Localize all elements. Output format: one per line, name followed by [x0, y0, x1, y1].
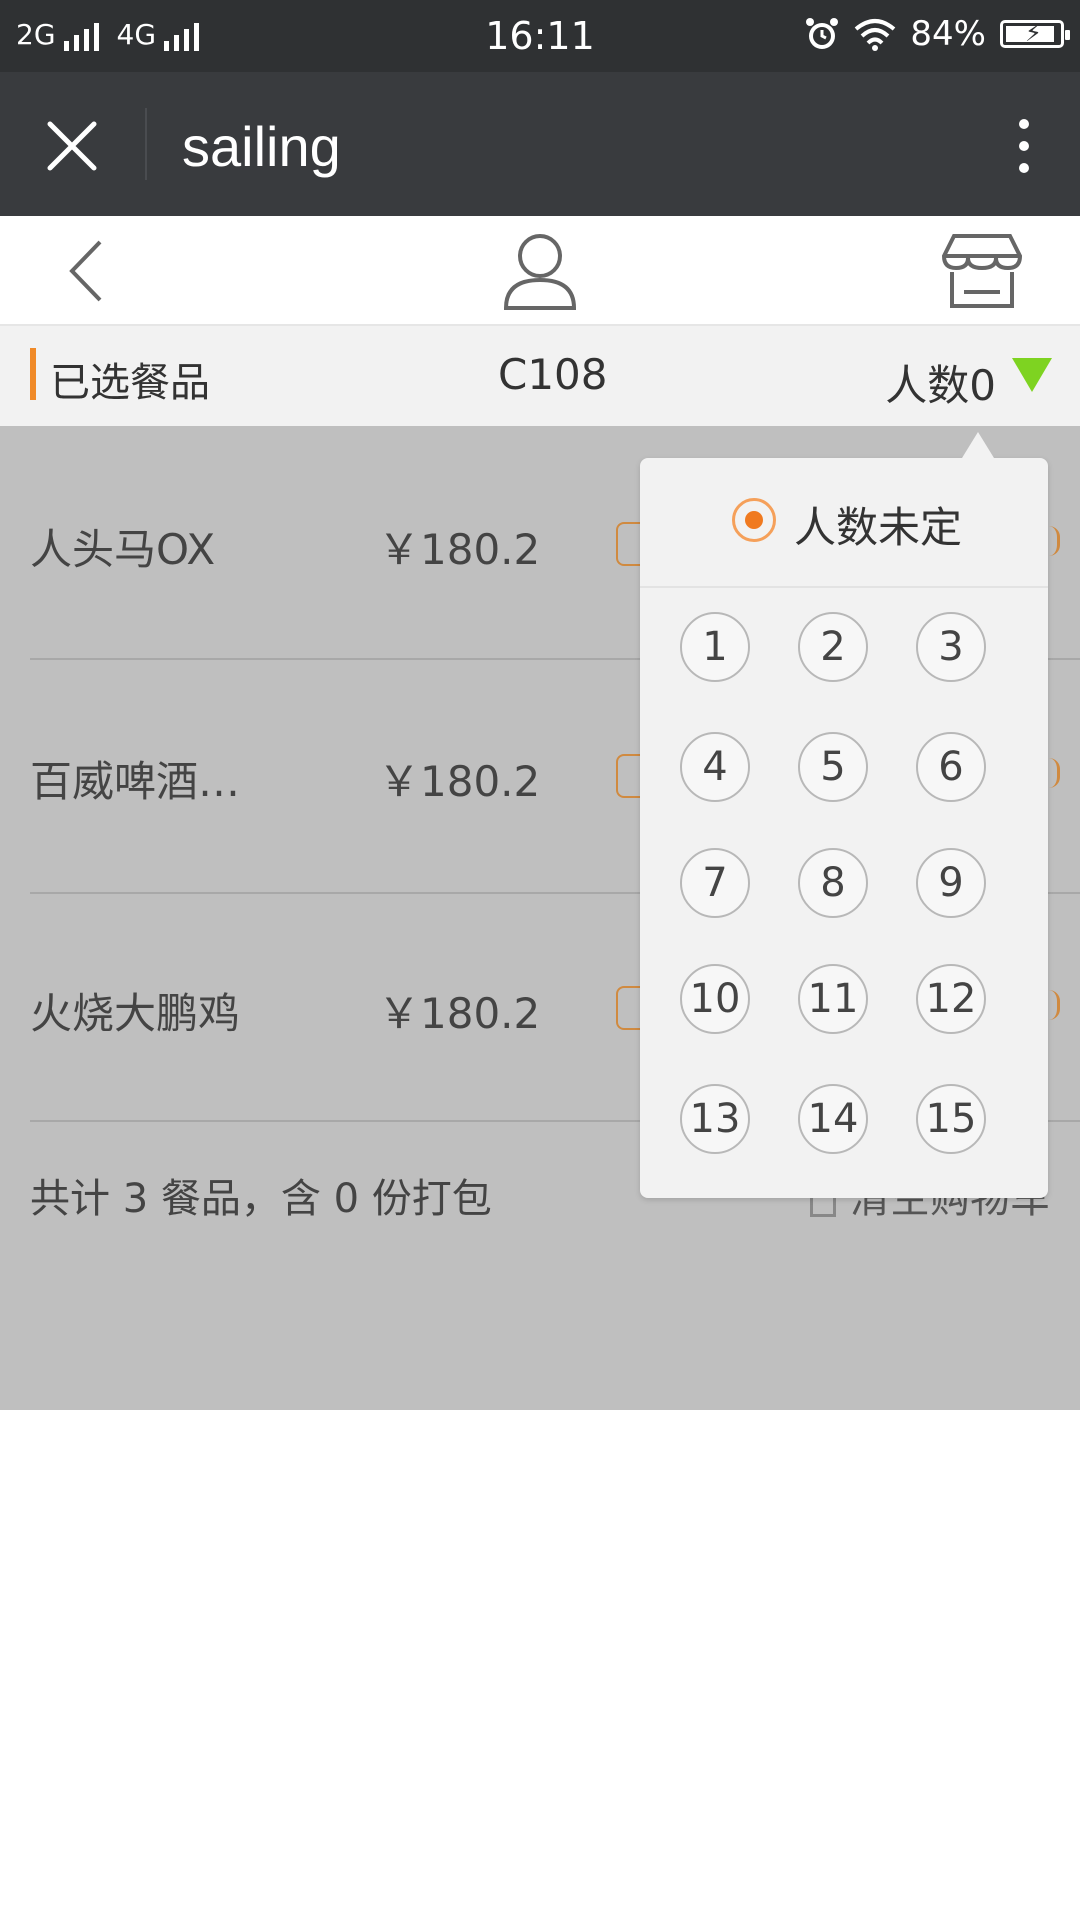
nav-bar [0, 216, 1080, 326]
item-name: 火烧大鹏鸡 [30, 989, 241, 1038]
more-icon[interactable] [1012, 116, 1036, 176]
accent-bar [30, 348, 36, 400]
triangle-down-icon[interactable] [1012, 358, 1052, 392]
shop-icon[interactable] [940, 230, 1024, 312]
status-bar: 2G 4G 16:11 84% ⚡ [0, 0, 1080, 72]
people-undecided-option[interactable]: 人数未定 [640, 458, 1048, 588]
wifi-icon [855, 19, 896, 51]
item-name: 人头马OX [30, 525, 216, 574]
app-title-bar: sailing [0, 72, 1080, 216]
people-count-toggle[interactable]: 人数0 [885, 352, 996, 413]
radio-selected-icon[interactable] [732, 498, 776, 542]
plus-button[interactable] [1049, 758, 1060, 788]
item-name: 百威啤酒… [30, 757, 241, 806]
people-option[interactable]: 1 [680, 612, 750, 682]
status-icons: 84% ⚡ [804, 14, 1070, 54]
plus-button[interactable] [1049, 990, 1060, 1020]
back-icon[interactable] [60, 236, 120, 306]
people-option[interactable]: 15 [916, 1084, 986, 1154]
plus-button[interactable] [1049, 526, 1060, 556]
undecided-label: 人数未定 [794, 503, 963, 552]
battery-icon: ⚡ [1000, 19, 1070, 48]
people-option[interactable]: 11 [798, 964, 868, 1034]
table-number: C108 [498, 350, 608, 399]
people-option[interactable]: 3 [916, 612, 986, 682]
battery-percent: 84% [910, 14, 986, 54]
order-summary: 共计 3 餐品，含 0 份打包 [30, 1176, 492, 1222]
people-option[interactable]: 13 [680, 1084, 750, 1154]
people-option[interactable]: 6 [916, 732, 986, 802]
section-title: 已选餐品 [50, 360, 210, 406]
divider [145, 108, 147, 180]
people-option[interactable]: 9 [916, 848, 986, 918]
people-option[interactable]: 8 [798, 848, 868, 918]
item-price: ￥180.2 [378, 989, 541, 1038]
people-option[interactable]: 5 [798, 732, 868, 802]
people-option[interactable]: 14 [798, 1084, 868, 1154]
item-price: ￥180.2 [378, 525, 541, 574]
people-option[interactable]: 7 [680, 848, 750, 918]
people-option[interactable]: 4 [680, 732, 750, 802]
page-title: sailing [182, 115, 341, 178]
people-count-popover: 人数未定 1 2 3 4 5 6 7 8 9 10 11 12 13 14 15 [640, 432, 1048, 1198]
people-option[interactable]: 2 [798, 612, 868, 682]
item-price: ￥180.2 [378, 757, 541, 806]
selected-items-header: 已选餐品 C108 人数0 [0, 326, 1080, 426]
alarm-icon [806, 18, 839, 49]
user-icon[interactable] [500, 230, 580, 312]
people-option[interactable]: 10 [680, 964, 750, 1034]
people-option[interactable]: 12 [916, 964, 986, 1034]
close-icon[interactable] [46, 120, 98, 172]
